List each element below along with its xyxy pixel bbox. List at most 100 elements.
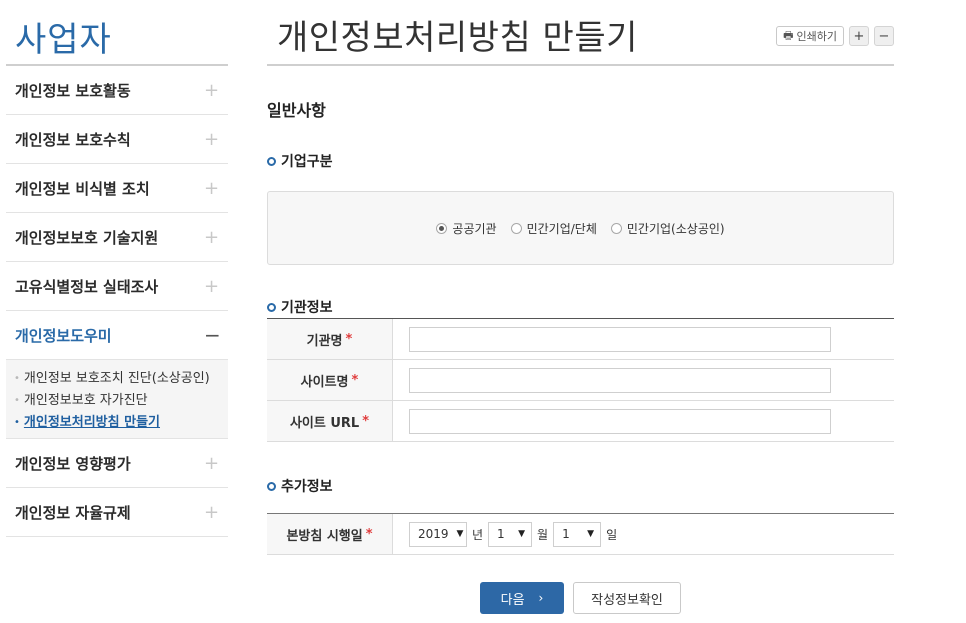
site-name-input[interactable] bbox=[409, 367, 831, 393]
plus-icon: + bbox=[204, 79, 220, 101]
year-value: 2019 bbox=[418, 527, 449, 541]
print-button[interactable]: 🖶 인쇄하기 bbox=[776, 26, 844, 46]
day-unit: 일 bbox=[606, 527, 618, 542]
sidebar-item-label: 개인정보 비식별 조치 bbox=[15, 179, 150, 198]
sidebar-item-label: 개인정보도우미 bbox=[15, 326, 112, 345]
form-row-site-name: 사이트명 * bbox=[267, 360, 894, 401]
page-title: 개인정보처리방침 만들기 bbox=[277, 18, 638, 58]
submenu-item-self-diagnosis[interactable]: • 개인정보보호 자가진단 bbox=[14, 390, 228, 412]
date-picker: 2019 ▼ 년 1 ▼ 월 1 ▼ 일 bbox=[409, 521, 618, 547]
form-label-text: 사이트명 bbox=[300, 374, 349, 390]
sidebar-item-de-identification[interactable]: 개인정보 비식별 조치 + bbox=[6, 164, 228, 213]
chevron-right-icon: › bbox=[538, 591, 544, 605]
org-info-table: 기관명 * 사이트명 * 사이트 URL * bbox=[267, 318, 894, 442]
site-url-input[interactable] bbox=[409, 408, 831, 434]
sidebar: 사업자 개인정보 보호활동 + 개인정보 보호수칙 + 개인정보 비식별 조치 … bbox=[6, 0, 228, 537]
form-label: 기관명 * bbox=[267, 319, 393, 359]
form-label: 사이트 URL * bbox=[267, 401, 393, 441]
sidebar-item-label: 고유식별정보 실태조사 bbox=[15, 277, 159, 296]
form-label: 본방침 시행일 * bbox=[267, 514, 393, 554]
form-cell: 2019 ▼ 년 1 ▼ 월 1 ▼ 일 bbox=[393, 514, 894, 554]
org-info-heading: 기관정보 bbox=[267, 297, 333, 317]
company-type-radio-group: 공공기관 민간기업/단체 민간기업(소상공인) bbox=[267, 191, 894, 265]
month-unit: 월 bbox=[537, 527, 549, 542]
form-label-text: 본방침 시행일 bbox=[286, 528, 363, 544]
caret-down-icon: ▼ bbox=[587, 529, 595, 539]
next-button-label: 다음 bbox=[500, 592, 525, 608]
next-button[interactable]: 다음 › bbox=[480, 582, 564, 614]
sidebar-item-label: 개인정보 보호수칙 bbox=[15, 130, 131, 149]
submenu-item-label: 개인정보보호 자가진단 bbox=[23, 393, 148, 408]
circle-bullet-icon bbox=[267, 481, 276, 491]
main-content: 개인정보처리방침 만들기 🖶 인쇄하기 + − 일반사항 기업구분 공공기관 민… bbox=[267, 0, 894, 614]
sidebar-item-label: 개인정보 영향평가 bbox=[15, 454, 131, 473]
sidebar-submenu: • 개인정보 보호조치 진단(소상공인) • 개인정보보호 자가진단 • 개인정… bbox=[6, 360, 228, 439]
radio-label: 공공기관 bbox=[452, 221, 497, 236]
caret-down-icon: ▼ bbox=[518, 529, 526, 539]
radio-unchecked-icon bbox=[510, 222, 522, 234]
circle-bullet-icon bbox=[267, 302, 276, 312]
sidebar-item-privacy-helper[interactable]: 개인정보도우미 − bbox=[6, 311, 228, 360]
submenu-item-create-policy[interactable]: • 개인정보처리방침 만들기 bbox=[14, 412, 228, 434]
page-tools: 🖶 인쇄하기 + − bbox=[776, 26, 894, 46]
company-type-heading: 기업구분 bbox=[267, 151, 333, 171]
sidebar-item-impact-assessment[interactable]: 개인정보 영향평가 + bbox=[6, 439, 228, 488]
sidebar-title: 사업자 bbox=[6, 0, 228, 66]
section-title: 일반사항 bbox=[267, 101, 326, 120]
sidebar-item-label: 개인정보 보호활동 bbox=[15, 81, 131, 100]
plus-icon: + bbox=[204, 501, 220, 523]
radio-private-company[interactable]: 민간기업/단체 bbox=[510, 220, 597, 237]
form-label-text: 기관명 bbox=[306, 333, 343, 349]
company-type-heading-label: 기업구분 bbox=[281, 154, 333, 170]
sidebar-item-unique-id-survey[interactable]: 고유식별정보 실태조사 + bbox=[6, 262, 228, 311]
plus-icon: + bbox=[204, 275, 220, 297]
sidebar-item-label: 개인정보보호 기술지원 bbox=[15, 228, 159, 247]
radio-unchecked-icon bbox=[610, 222, 622, 234]
sidebar-item-label: 개인정보 자율규제 bbox=[15, 503, 131, 522]
radio-small-business[interactable]: 민간기업(소상공인) bbox=[610, 220, 725, 237]
plus-icon: + bbox=[204, 177, 220, 199]
sidebar-item-self-regulation[interactable]: 개인정보 자율규제 + bbox=[6, 488, 228, 537]
required-mark: * bbox=[345, 331, 353, 347]
form-cell bbox=[393, 319, 894, 359]
day-value: 1 bbox=[562, 527, 570, 541]
zoom-in-button[interactable]: + bbox=[849, 26, 869, 46]
year-unit: 년 bbox=[472, 527, 484, 542]
form-actions: 다음 › 작성정보확인 bbox=[267, 582, 894, 614]
extra-info-heading-label: 추가정보 bbox=[281, 479, 333, 495]
sidebar-item-protection-activity[interactable]: 개인정보 보호활동 + bbox=[6, 66, 228, 115]
submenu-item-small-business-diagnosis[interactable]: • 개인정보 보호조치 진단(소상공인) bbox=[14, 368, 228, 390]
check-info-button[interactable]: 작성정보확인 bbox=[573, 582, 681, 614]
org-name-input[interactable] bbox=[409, 326, 831, 352]
radio-public-institution[interactable]: 공공기관 bbox=[436, 220, 497, 237]
plus-icon: + bbox=[204, 452, 220, 474]
radio-checked-icon bbox=[436, 222, 448, 234]
year-select[interactable]: 2019 ▼ bbox=[409, 521, 467, 547]
circle-bullet-icon bbox=[267, 156, 276, 166]
submenu-item-label: 개인정보처리방침 만들기 bbox=[23, 415, 160, 430]
day-select[interactable]: 1 ▼ bbox=[553, 521, 602, 547]
submenu-item-label: 개인정보 보호조치 진단(소상공인) bbox=[23, 371, 210, 386]
bullet-icon: • bbox=[14, 417, 20, 428]
caret-down-icon: ▼ bbox=[456, 529, 464, 539]
required-mark: * bbox=[351, 372, 359, 388]
radio-label: 민간기업/단체 bbox=[526, 221, 597, 236]
extra-info-heading: 추가정보 bbox=[267, 476, 333, 496]
required-mark: * bbox=[362, 413, 370, 429]
sidebar-item-tech-support[interactable]: 개인정보보호 기술지원 + bbox=[6, 213, 228, 262]
plus-icon: + bbox=[204, 226, 220, 248]
month-value: 1 bbox=[497, 527, 505, 541]
zoom-out-button[interactable]: − bbox=[874, 26, 894, 46]
required-mark: * bbox=[365, 526, 373, 542]
extra-info-table: 본방침 시행일 * 2019 ▼ 년 1 ▼ 월 1 ▼ 일 bbox=[267, 513, 894, 555]
page-header: 개인정보처리방침 만들기 🖶 인쇄하기 + − bbox=[267, 0, 894, 66]
form-cell bbox=[393, 360, 894, 400]
sidebar-item-protection-rules[interactable]: 개인정보 보호수칙 + bbox=[6, 115, 228, 164]
month-select[interactable]: 1 ▼ bbox=[488, 521, 533, 547]
printer-icon: 🖶 bbox=[783, 28, 794, 42]
print-button-label: 인쇄하기 bbox=[796, 30, 837, 43]
form-row-org-name: 기관명 * bbox=[267, 319, 894, 360]
org-info-heading-label: 기관정보 bbox=[281, 300, 333, 316]
bullet-icon: • bbox=[14, 373, 20, 384]
bullet-icon: • bbox=[14, 395, 20, 406]
